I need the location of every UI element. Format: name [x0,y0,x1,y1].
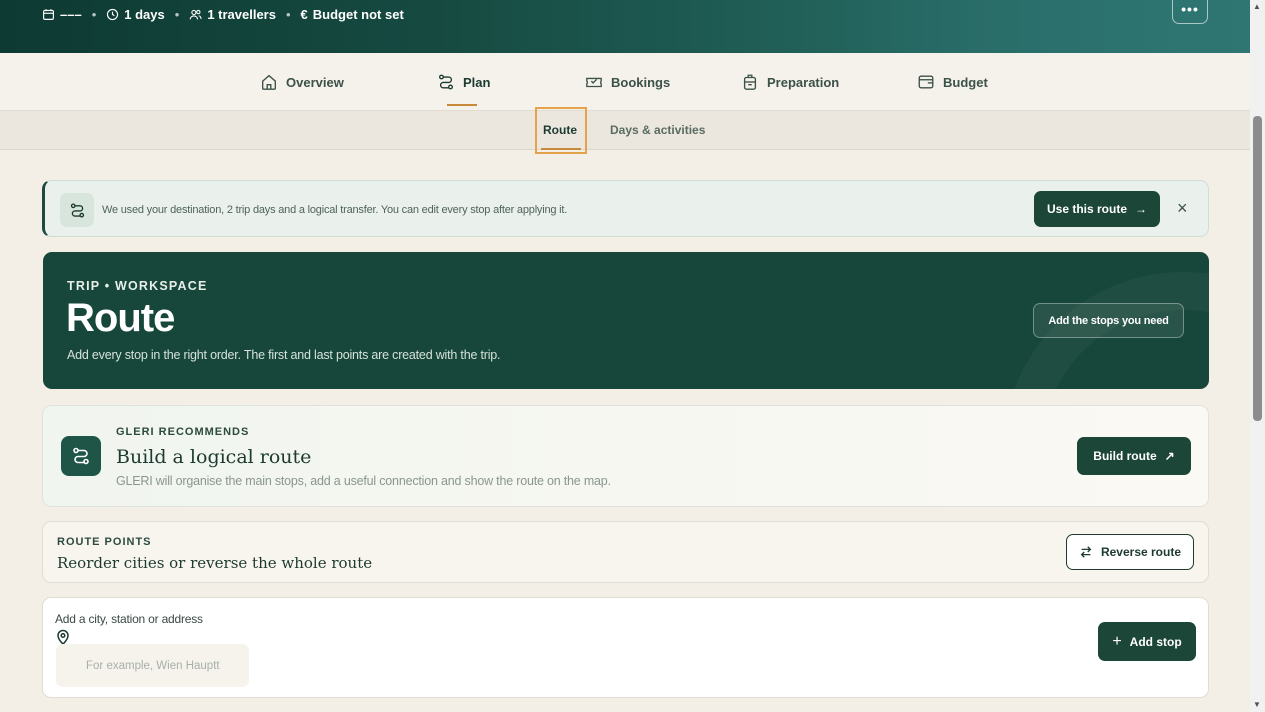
use-this-route-label: Use this route [1046,202,1127,216]
wallet-icon [918,75,934,89]
ticket-icon [586,77,602,88]
route-points-eyebrow: ROUTE POINTS [57,536,152,548]
close-icon[interactable]: × [1177,199,1188,217]
page-scrollbar[interactable]: ▲ ▼ [1250,0,1265,712]
main-nav: Overview Plan Bookings Preparation Budge… [0,53,1250,111]
luggage-icon [743,74,757,90]
map-pin-icon [57,629,69,645]
route-workspace-card: TRIP • WORKSPACE Route Add every stop in… [43,252,1209,389]
reverse-route-button[interactable]: Reverse route [1066,534,1194,570]
trip-hero: ––– • 1 days • 1 travellers • € Budget n… [0,0,1250,53]
home-icon [262,74,276,90]
swap-icon [1080,546,1092,558]
more-icon: ••• [1181,1,1199,17]
build-route-button[interactable]: Build route ↗ [1077,437,1191,475]
separator-dot: • [174,7,180,22]
route-icon [73,447,89,465]
add-stop-card: Add a city, station or address + Add sto… [42,597,1209,698]
plus-icon: + [1112,632,1122,650]
recommend-eyebrow: GLERI RECOMMENDS [116,426,250,438]
trip-days: 1 days [106,7,165,22]
banner-text: We used your destination, 2 trip days an… [102,204,568,216]
active-tab-indicator [447,104,477,106]
tab-overview[interactable]: Overview [260,73,344,91]
stop-search-input[interactable] [56,644,249,687]
clock-icon [107,8,119,21]
add-stop-label: Add a city, station or address [55,612,203,626]
tab-preparation[interactable]: Preparation [741,73,839,91]
recommend-icon-box [61,436,101,476]
scroll-thumb[interactable] [1253,116,1262,421]
use-this-route-button[interactable]: Use this route → [1034,191,1160,227]
add-stop-button[interactable]: + Add stop [1098,622,1196,661]
sub-nav: Route Days & activities [0,111,1250,150]
recommend-title: Build a logical route [116,446,312,468]
arrow-up-right-icon: ↗ [1164,449,1175,463]
tab-budget-label: Budget [943,74,988,90]
trip-budget-value: Budget not set [312,7,404,22]
tab-bookings-label: Bookings [611,74,671,90]
reverse-route-label: Reverse route [1100,545,1182,559]
recommend-description: GLERI will organise the main stops, add … [116,474,611,488]
trip-dates-value: ––– [60,7,82,22]
separator-dot: • [91,7,97,22]
recommendation-card: GLERI RECOMMENDS Build a logical route G… [42,405,1209,507]
tab-plan[interactable]: Plan [437,73,490,91]
trip-travellers-value: 1 travellers [207,7,276,22]
tab-bookings[interactable]: Bookings [585,73,670,91]
tab-budget[interactable]: Budget [917,73,988,91]
add-stop-button-label: Add stop [1129,634,1182,649]
euro-icon: € [300,7,308,22]
trip-days-value: 1 days [124,7,165,22]
banner-icon-box [60,193,94,227]
tab-overview-label: Overview [286,74,344,90]
arrow-right-icon: → [1135,202,1147,216]
focus-highlight [535,107,587,154]
trip-meta: ––– • 1 days • 1 travellers • € Budget n… [42,7,404,22]
subtab-days-activities[interactable]: Days & activities [610,123,705,137]
route-icon [70,202,84,218]
scroll-up-icon[interactable]: ▲ [1253,2,1261,11]
people-icon [190,9,202,20]
page-title: Route [66,296,175,340]
calendar-icon [43,9,54,20]
build-route-label: Build route [1093,449,1157,463]
add-stops-button[interactable]: Add the stops you need [1033,303,1184,338]
separator-dot: • [285,7,291,22]
route-points-title: Reorder cities or reverse the whole rout… [57,554,373,572]
route-points-card: ROUTE POINTS Reorder cities or reverse t… [42,521,1209,583]
tab-plan-label: Plan [463,74,491,90]
scroll-down-icon[interactable]: ▼ [1253,700,1261,709]
more-options-button[interactable]: ••• [1172,0,1208,24]
tab-preparation-label: Preparation [767,74,840,90]
trip-dates: ––– [42,7,82,22]
trip-budget: € Budget not set [301,7,404,22]
workspace-eyebrow: TRIP • WORKSPACE [67,279,208,293]
route-icon [439,74,453,90]
workspace-description: Add every stop in the right order. The f… [67,348,501,362]
trip-travellers: 1 travellers [189,7,276,22]
route-suggestion-banner: We used your destination, 2 trip days an… [42,180,1209,237]
